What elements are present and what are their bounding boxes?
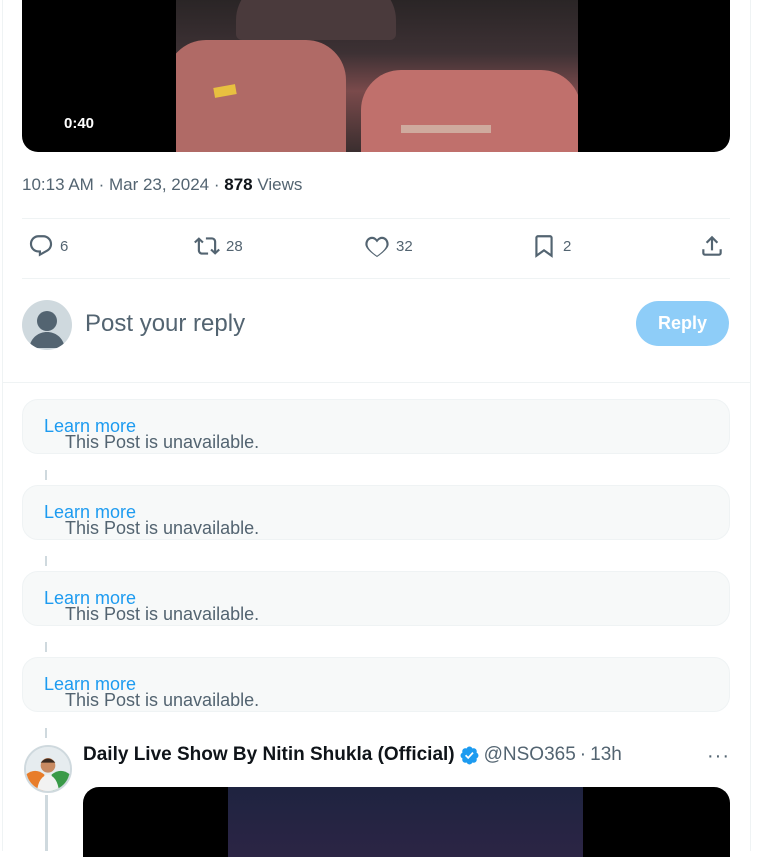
author-photo bbox=[26, 747, 70, 791]
reply-icon bbox=[29, 235, 53, 257]
reply-input[interactable]: Post your reply bbox=[85, 310, 245, 338]
repost-icon bbox=[194, 237, 220, 255]
thread-connector bbox=[45, 556, 47, 566]
bookmark-count: 2 bbox=[563, 237, 572, 255]
views-count: 878 bbox=[224, 175, 253, 194]
reply-count: 6 bbox=[60, 237, 69, 255]
tweet-time[interactable]: 13h bbox=[590, 744, 622, 766]
divider bbox=[22, 278, 730, 279]
thread-line bbox=[45, 795, 48, 851]
unavailable-text: This Post is unavailable. bbox=[65, 690, 260, 710]
unavailable-post: This Post is unavailable. Learn more bbox=[22, 657, 730, 712]
more-options-icon[interactable]: ··· bbox=[707, 745, 730, 768]
thread-connector bbox=[45, 642, 47, 652]
author-avatar[interactable] bbox=[24, 745, 72, 793]
unavailable-post: This Post is unavailable. Learn more bbox=[22, 399, 730, 454]
thread-connector bbox=[45, 728, 47, 738]
heart-icon bbox=[365, 236, 389, 258]
bookmark-icon bbox=[535, 235, 553, 258]
video-frame bbox=[176, 0, 578, 152]
repost-action[interactable]: 28 bbox=[194, 233, 243, 259]
share-action[interactable] bbox=[699, 233, 725, 259]
like-count: 32 bbox=[396, 237, 413, 255]
video-duration: 0:40 bbox=[64, 115, 95, 132]
unavailable-text: This Post is unavailable. bbox=[65, 432, 260, 452]
reply-composer: Post your reply Reply bbox=[22, 300, 730, 352]
unavailable-post: This Post is unavailable. Learn more bbox=[22, 485, 730, 540]
repost-count: 28 bbox=[226, 237, 243, 255]
reply-button[interactable]: Reply bbox=[636, 301, 729, 346]
author-handle[interactable]: @NSO365 bbox=[484, 744, 576, 766]
author-name[interactable]: Daily Live Show By Nitin Shukla (Officia… bbox=[83, 744, 455, 766]
tweet-header: Daily Live Show By Nitin Shukla (Officia… bbox=[83, 744, 622, 766]
reply-action[interactable]: 6 bbox=[28, 233, 68, 259]
like-action[interactable]: 32 bbox=[364, 233, 413, 259]
video-frame bbox=[228, 787, 583, 857]
post-time[interactable]: 10:13 AM bbox=[22, 175, 94, 194]
post-meta: 10:13 AM · Mar 23, 2024 · 878 Views bbox=[22, 175, 303, 194]
section-separator bbox=[2, 382, 751, 383]
unavailable-post: This Post is unavailable. Learn more bbox=[22, 571, 730, 626]
thread-connector bbox=[45, 470, 47, 480]
views-label: Views bbox=[257, 175, 303, 194]
bookmark-action[interactable]: 2 bbox=[531, 233, 571, 259]
share-icon bbox=[702, 235, 722, 256]
reply-video[interactable] bbox=[83, 787, 730, 857]
verified-badge-icon bbox=[460, 746, 479, 764]
post-actions: 6 28 32 2 bbox=[22, 219, 730, 277]
unavailable-text: This Post is unavailable. bbox=[65, 518, 260, 538]
post-date[interactable]: Mar 23, 2024 bbox=[109, 175, 209, 194]
avatar bbox=[22, 300, 72, 350]
unavailable-text: This Post is unavailable. bbox=[65, 604, 260, 624]
post-video[interactable]: 0:40 bbox=[22, 0, 730, 152]
default-avatar-icon bbox=[29, 311, 65, 348]
